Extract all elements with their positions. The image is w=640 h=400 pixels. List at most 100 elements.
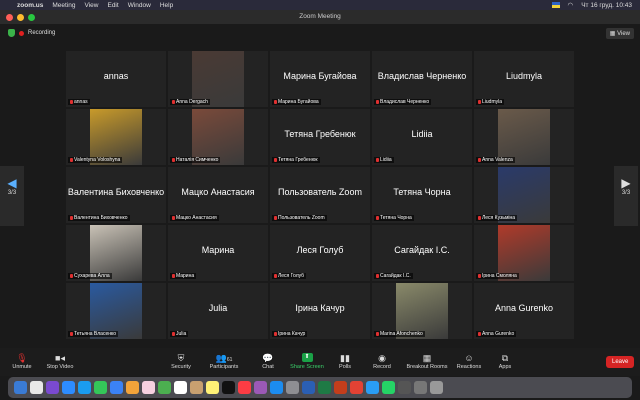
participant-label: Lidiia — [374, 157, 394, 163]
polls-button[interactable]: ▮▮ Polls — [325, 352, 365, 370]
participant-tile[interactable]: Сухарева Алла — [66, 225, 166, 281]
prev-page-button[interactable]: ◀ 3/3 — [0, 166, 24, 226]
tv-icon[interactable] — [222, 381, 235, 394]
contacts-icon[interactable] — [190, 381, 203, 394]
leave-button[interactable]: Leave — [606, 356, 635, 368]
apps-button[interactable]: ⧉ Apps — [485, 352, 525, 370]
mail-icon[interactable] — [110, 381, 123, 394]
finder-icon[interactable] — [14, 381, 27, 394]
participant-tile[interactable]: Anna Valenza — [474, 109, 574, 165]
participant-tile[interactable]: Lidiia Lidiia — [372, 109, 472, 165]
maximize-window-button[interactable] — [28, 14, 35, 21]
menu-app[interactable]: zoom.us — [17, 2, 43, 9]
participant-tile[interactable]: Ірина Качур Ірина Качур — [270, 283, 370, 339]
record-button[interactable]: ◉ Record — [362, 352, 402, 370]
messages-icon[interactable] — [94, 381, 107, 394]
polls-icon: ▮▮ — [340, 353, 350, 363]
participant-tile[interactable]: Леся Голуб Леся Голуб — [270, 225, 370, 281]
close-window-button[interactable] — [6, 14, 13, 21]
participant-tile[interactable]: Леся Кузьміна — [474, 167, 574, 223]
participant-tile[interactable]: Марина Бугайова Марина Бугайова — [270, 51, 370, 107]
participant-name: Леся Голуб — [278, 273, 305, 279]
participant-label: Наталія Симченко — [170, 157, 221, 163]
reactions-button[interactable]: ☺ Reactions — [449, 352, 489, 370]
launchpad-icon[interactable] — [30, 381, 43, 394]
calendar-icon[interactable] — [174, 381, 187, 394]
menu-edit[interactable]: Edit — [107, 2, 118, 9]
maps-icon[interactable] — [126, 381, 139, 394]
participant-tile[interactable]: Тетьяна Власенко — [66, 283, 166, 339]
viber-icon[interactable] — [46, 381, 59, 394]
muted-mic-icon — [172, 158, 175, 162]
participant-tile[interactable]: Valentyna Voloshyna — [66, 109, 166, 165]
view-button[interactable]: ▦ View — [605, 28, 634, 39]
minimize-window-button[interactable] — [17, 14, 24, 21]
whatsapp-icon[interactable] — [382, 381, 395, 394]
window-titlebar: Zoom Meeting — [0, 10, 640, 24]
facetime-icon[interactable] — [158, 381, 171, 394]
trash-icon[interactable] — [430, 381, 443, 394]
participant-name-large: Тетяна Гребенюк — [284, 129, 356, 139]
telegram-icon[interactable] — [366, 381, 379, 394]
next-page-button[interactable]: ▶ 3/3 — [614, 166, 638, 226]
recording-status[interactable]: Recording — [28, 30, 55, 36]
system-preferences-icon[interactable] — [286, 381, 299, 394]
wifi-icon[interactable]: ◠ — [568, 1, 574, 9]
chrome-icon[interactable] — [350, 381, 363, 394]
share-screen-button[interactable]: ⬆ Share Screen — [287, 352, 327, 370]
participant-name-large: Валентина Биховченко — [67, 187, 165, 197]
photos-icon[interactable] — [142, 381, 155, 394]
participant-tile[interactable]: Пользователь Zoom Пользователь Zoom — [270, 167, 370, 223]
preview-icon[interactable] — [398, 381, 411, 394]
notes-icon[interactable] — [206, 381, 219, 394]
participant-tile[interactable]: Marina Afonchenko — [372, 283, 472, 339]
security-button[interactable]: ⛨ Security — [161, 352, 201, 370]
app-store-icon[interactable] — [270, 381, 283, 394]
menu-window[interactable]: Window — [128, 2, 151, 9]
powerpoint-icon[interactable] — [334, 381, 347, 394]
podcasts-icon[interactable] — [254, 381, 267, 394]
excel-icon[interactable] — [318, 381, 331, 394]
participant-label: Марина — [170, 273, 197, 279]
breakout-rooms-button[interactable]: ▦ Breakout Rooms — [405, 352, 449, 370]
safari-icon[interactable] — [78, 381, 91, 394]
music-icon[interactable] — [238, 381, 251, 394]
menu-help[interactable]: Help — [160, 2, 173, 9]
datetime[interactable]: Чт 16 груд. 10:43 — [581, 2, 632, 9]
downloads-icon[interactable] — [414, 381, 427, 394]
word-icon[interactable] — [302, 381, 315, 394]
participant-label: Марина Бугайова — [272, 99, 321, 105]
participant-tile[interactable]: Тетяна Гребенюк Тетяна Гребенюк — [270, 109, 370, 165]
participant-tile[interactable]: Сагайдак І.С. Сагайдак І.С. — [372, 225, 472, 281]
participant-tile[interactable]: Наталія Симченко — [168, 109, 268, 165]
muted-mic-icon — [70, 158, 73, 162]
participant-tile[interactable]: Liudmyla Liudmyla — [474, 51, 574, 107]
participant-name: Марина Бугайова — [278, 99, 319, 105]
chat-button[interactable]: 💬 Chat — [248, 352, 288, 370]
participant-label: Тетяна Гребенюк — [272, 157, 320, 163]
zoom-icon[interactable] — [62, 381, 75, 394]
participant-tile[interactable]: Anna Dergach — [168, 51, 268, 107]
participant-label: Сухарева Алла — [68, 273, 112, 279]
participant-tile[interactable]: Anna Gurenko Anna Gurenko — [474, 283, 574, 339]
participants-icon: 👥61 — [215, 353, 233, 363]
menu-meeting[interactable]: Meeting — [52, 2, 75, 9]
participant-tile[interactable]: Марина Марина — [168, 225, 268, 281]
participant-tile[interactable]: Тетяна Чорна Тетяна Чорна — [372, 167, 472, 223]
participant-tile[interactable]: annas annas — [66, 51, 166, 107]
participant-tile[interactable]: Julia Julia — [168, 283, 268, 339]
muted-mic-icon — [478, 158, 481, 162]
participants-button[interactable]: 👥61 Participants — [204, 352, 244, 370]
participant-tile[interactable]: Владислав Черненко Владислав Черненко — [372, 51, 472, 107]
participant-tile[interactable]: Ірина Смоляна — [474, 225, 574, 281]
menu-view[interactable]: View — [85, 2, 99, 9]
unmute-button[interactable]: 🎙 Unmute — [2, 352, 42, 370]
participant-tile[interactable]: Мацко Анастасия Мацко Анастасия — [168, 167, 268, 223]
muted-mic-icon — [274, 332, 277, 336]
chat-bubble-icon: 💬 — [262, 353, 274, 363]
participant-tile[interactable]: Валентина Биховченко Валентина Биховченко — [66, 167, 166, 223]
participant-label: Сагайдак І.С. — [374, 273, 413, 279]
security-shield-icon[interactable] — [8, 29, 15, 37]
keyboard-layout-icon[interactable] — [551, 2, 560, 8]
stop-video-button[interactable]: ■◂ Stop Video — [40, 352, 80, 370]
